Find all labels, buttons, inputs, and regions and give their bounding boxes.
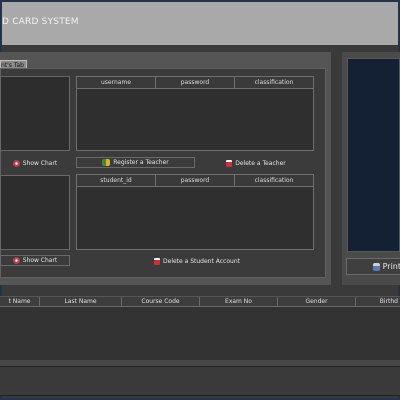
col-student-id[interactable]: student_id <box>77 175 156 186</box>
col-username[interactable]: username <box>77 77 156 88</box>
card-preview <box>347 58 400 252</box>
col-exam-no[interactable]: Exam No <box>200 297 278 306</box>
show-chart-label: Show Chart <box>22 257 58 264</box>
delete-icon <box>226 159 233 167</box>
col-password[interactable]: password <box>156 175 235 186</box>
show-chart-label: Show Chart <box>22 159 58 167</box>
col-last-name[interactable]: Last Name <box>40 297 122 306</box>
delete-teacher-label: Delete a Teacher <box>235 159 286 167</box>
teacher-table-header: username password classification <box>77 77 313 89</box>
delete-teacher-button[interactable]: Delete a Teacher <box>224 157 288 169</box>
print-button[interactable]: Print <box>346 258 400 275</box>
student-chart-area <box>0 175 70 250</box>
col-classification[interactable]: classification <box>235 175 313 186</box>
delete-icon <box>154 257 161 265</box>
show-chart-button[interactable]: Show Chart <box>0 255 70 266</box>
student-table[interactable]: student_id password classification <box>76 174 314 250</box>
delete-student-button[interactable]: Delete a Student Account <box>154 255 240 267</box>
delete-student-label: Delete a Student Account <box>163 257 240 265</box>
app-title: D CARD SYSTEM <box>2 17 79 27</box>
print-label: Print <box>382 262 400 271</box>
teacher-table[interactable]: username password classification <box>76 76 314 151</box>
add-user-icon <box>102 159 111 166</box>
col-gender[interactable]: Gender <box>278 297 356 306</box>
col-birthdate[interactable]: Birthd <box>356 297 400 306</box>
col-first-name[interactable]: t Name <box>0 297 40 306</box>
register-teacher-label: Register a Teacher <box>113 159 169 166</box>
show-chart-button[interactable]: Show Chart <box>0 157 70 169</box>
col-course-code[interactable]: Course Code <box>122 297 200 306</box>
student-table-header: student_id password classification <box>77 175 313 187</box>
teacher-chart-area <box>0 76 70 151</box>
col-classification[interactable]: classification <box>235 77 313 88</box>
register-teacher-button[interactable]: Register a Teacher <box>76 157 195 168</box>
chart-icon <box>12 159 20 167</box>
chart-icon <box>12 257 20 264</box>
printer-icon <box>373 262 380 271</box>
col-password[interactable]: password <box>156 77 235 88</box>
status-bar <box>0 366 400 396</box>
records-table-header: t Name Last Name Course Code Exam No Gen… <box>0 297 400 307</box>
